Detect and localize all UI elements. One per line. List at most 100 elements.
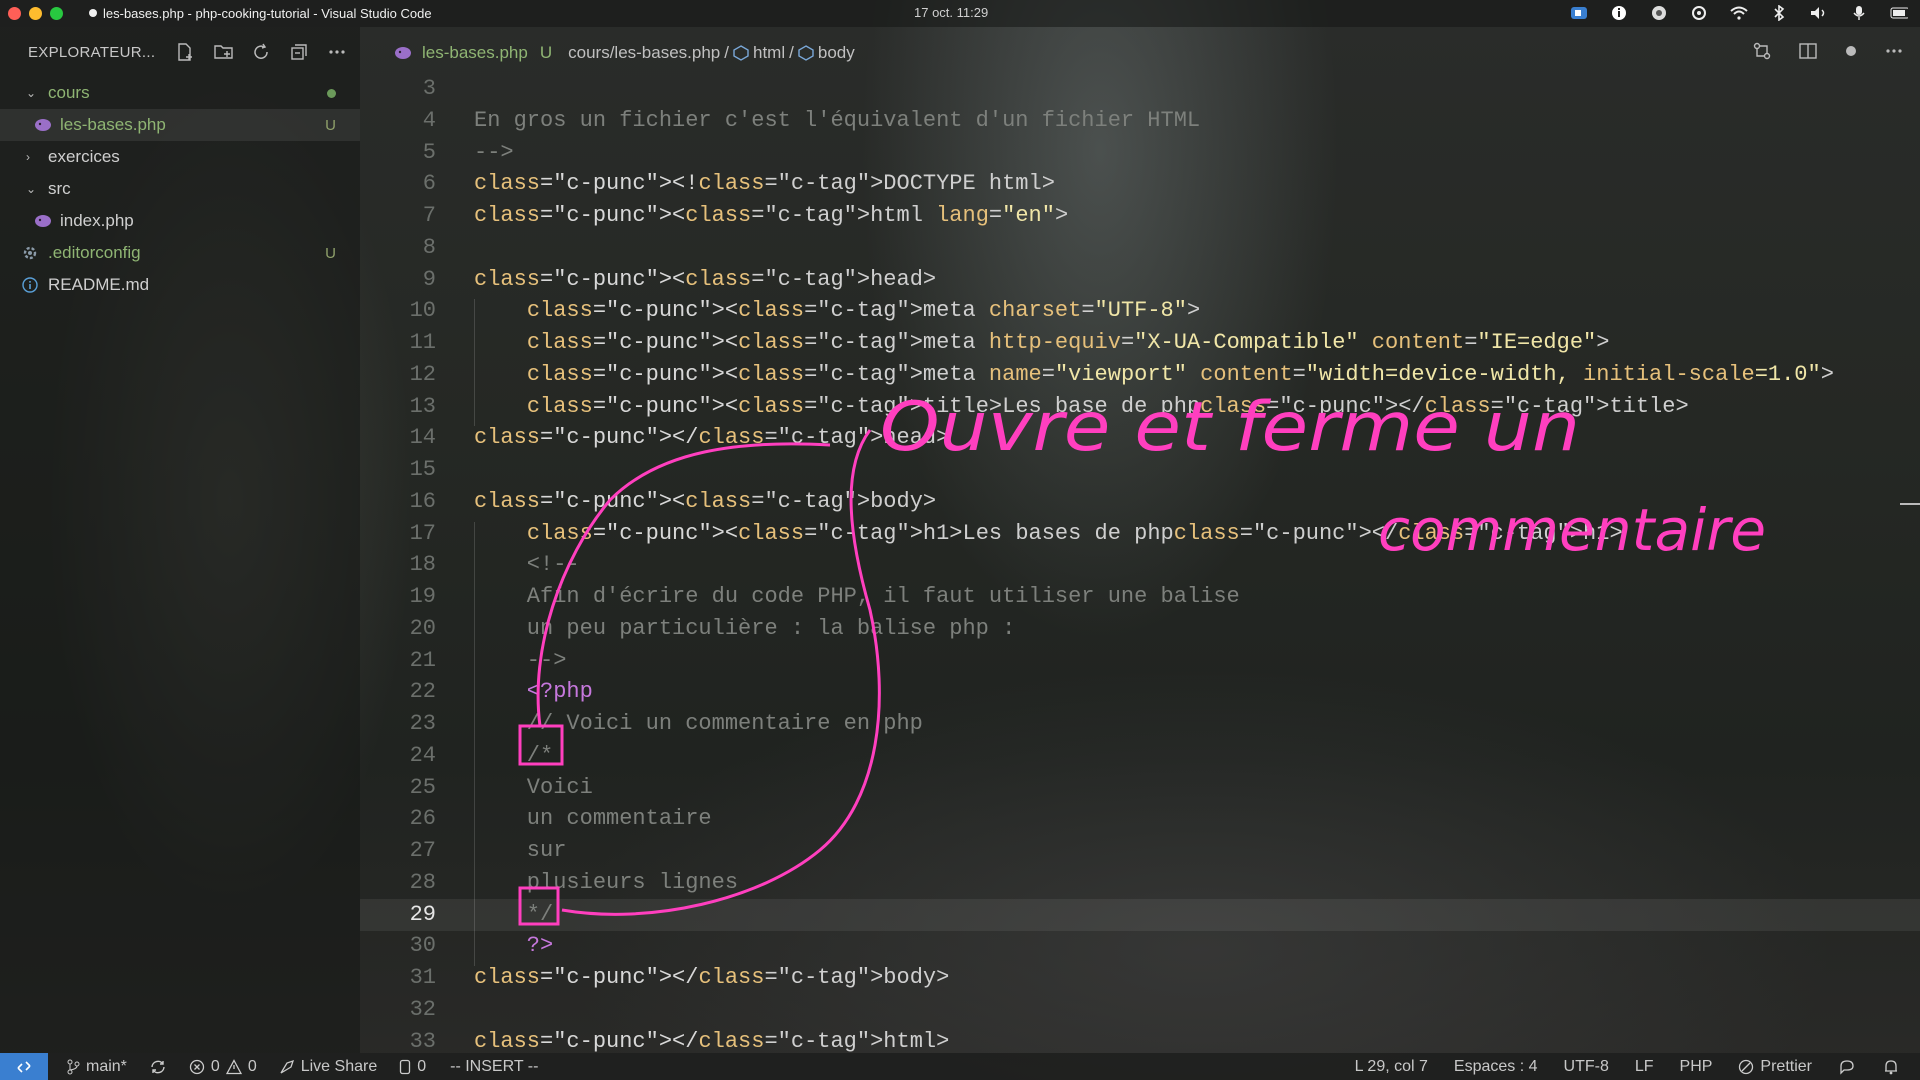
tree-file-les-bases[interactable]: les-bases.php U bbox=[0, 109, 360, 141]
code-text: class="c-punc"><class="c-tag">title>Les … bbox=[526, 393, 1689, 419]
code-line[interactable]: 25 Voici bbox=[360, 772, 1920, 804]
collapse-all-icon[interactable] bbox=[289, 42, 309, 62]
cube-icon bbox=[733, 45, 749, 61]
branch-item[interactable]: main* bbox=[66, 1058, 127, 1076]
more-actions-icon[interactable] bbox=[1884, 41, 1904, 61]
chevron-down-icon: ⌄ bbox=[26, 182, 37, 196]
code-line[interactable]: 9 class="c-punc"><class="c-tag">head> bbox=[360, 264, 1920, 296]
code-line[interactable]: 13 class="c-punc"><class="c-tag">title>L… bbox=[360, 391, 1920, 423]
code-line[interactable]: 32 bbox=[360, 994, 1920, 1026]
wifi-icon[interactable] bbox=[1730, 4, 1748, 22]
microphone-icon[interactable] bbox=[1850, 4, 1868, 22]
code-line[interactable]: 21 --> bbox=[360, 645, 1920, 677]
code-line[interactable]: 16 class="c-punc"><class="c-tag">body> bbox=[360, 486, 1920, 518]
tree-folder-cours[interactable]: ⌄ cours bbox=[0, 77, 360, 109]
code-text: Voici bbox=[474, 774, 593, 800]
language-mode[interactable]: PHP bbox=[1680, 1058, 1713, 1076]
code-text: class="c-punc"></class="c-tag">body> bbox=[474, 965, 950, 990]
line-number: 10 bbox=[409, 298, 436, 324]
cursor-position[interactable]: L 29, col 7 bbox=[1355, 1058, 1428, 1076]
code-line[interactable]: 28 plusieurs lignes bbox=[360, 867, 1920, 899]
code-line[interactable]: 8 bbox=[360, 232, 1920, 264]
code-line[interactable]: 12 class="c-punc"><class="c-tag">meta na… bbox=[360, 359, 1920, 391]
code-line[interactable]: 26 un commentaire bbox=[360, 803, 1920, 835]
end-of-line[interactable]: LF bbox=[1635, 1058, 1654, 1076]
tree-file-readme[interactable]: README.md bbox=[0, 269, 360, 301]
tab-filename[interactable]: les-bases.php bbox=[422, 43, 528, 63]
code-line[interactable]: 17 class="c-punc"><class="c-tag">h1>Les … bbox=[360, 518, 1920, 550]
code-text: --> bbox=[474, 139, 514, 165]
line-number: 15 bbox=[409, 457, 436, 482]
code-line[interactable]: 14 class="c-punc"></class="c-tag">head> bbox=[360, 422, 1920, 454]
feedback-icon[interactable] bbox=[1838, 1058, 1856, 1076]
zoom-app-icon[interactable] bbox=[1570, 4, 1588, 22]
code-line[interactable]: 31 class="c-punc"></class="c-tag">body> bbox=[360, 962, 1920, 994]
code-line[interactable]: 23 // Voici un commentaire en php bbox=[360, 708, 1920, 740]
line-number: 12 bbox=[409, 361, 436, 387]
live-share-icon bbox=[280, 1059, 294, 1074]
line-number: 17 bbox=[409, 520, 436, 546]
breadcrumb-path[interactable]: cours/les-bases.php bbox=[568, 43, 720, 63]
code-line[interactable]: 3 bbox=[360, 73, 1920, 105]
unsaved-dot-icon[interactable] bbox=[1844, 44, 1858, 58]
new-folder-icon[interactable] bbox=[213, 42, 233, 62]
tree-file-index[interactable]: index.php bbox=[0, 205, 360, 237]
code-line[interactable]: 5 --> bbox=[360, 137, 1920, 169]
remote-indicator-button[interactable] bbox=[0, 1053, 48, 1080]
problems-item[interactable]: 0 0 bbox=[189, 1058, 257, 1076]
window-title: les-bases.php - php-cooking-tutorial - V… bbox=[89, 6, 432, 21]
chrome-icon[interactable] bbox=[1650, 4, 1668, 22]
code-editor[interactable]: 3 4 En gros un fichier c'est l'équivalent … bbox=[360, 76, 1920, 1054]
code-line[interactable]: 22 <?php bbox=[360, 676, 1920, 708]
code-line[interactable]: 27 sur bbox=[360, 835, 1920, 867]
chevron-down-icon: ⌄ bbox=[26, 86, 37, 100]
sync-button[interactable] bbox=[149, 1059, 167, 1075]
explorer-sidebar: EXPLORATEUR... ⌄ cours les-bases.php U ›… bbox=[0, 27, 360, 1053]
code-line[interactable]: 30 ?> bbox=[360, 930, 1920, 962]
code-line[interactable]: 24 /* bbox=[360, 740, 1920, 772]
notifications-bell-icon[interactable] bbox=[1882, 1058, 1900, 1076]
live-share-button[interactable]: Live Share bbox=[279, 1058, 377, 1076]
code-line[interactable]: 15 bbox=[360, 454, 1920, 486]
line-number: 9 bbox=[422, 266, 436, 292]
refresh-icon[interactable] bbox=[251, 42, 271, 62]
code-line[interactable]: 18 <!-- bbox=[360, 549, 1920, 581]
tree-folder-src[interactable]: ⌄ src bbox=[0, 173, 360, 205]
more-actions-icon[interactable] bbox=[327, 42, 347, 62]
indentation[interactable]: Espaces : 4 bbox=[1454, 1058, 1538, 1076]
git-branch-icon bbox=[67, 1059, 80, 1074]
bluetooth-icon[interactable] bbox=[1770, 4, 1788, 22]
code-line[interactable]: 6 class="c-punc"><!class="c-tag">DOCTYPE … bbox=[360, 168, 1920, 200]
code-line[interactable]: 11 class="c-punc"><class="c-tag">meta ht… bbox=[360, 327, 1920, 359]
split-editor-icon[interactable] bbox=[1798, 41, 1818, 61]
volume-icon[interactable] bbox=[1810, 4, 1828, 22]
code-line[interactable]: 10 class="c-punc"><class="c-tag">meta ch… bbox=[360, 295, 1920, 327]
compare-changes-icon[interactable] bbox=[1752, 41, 1772, 61]
line-number: 21 bbox=[409, 647, 436, 673]
encoding[interactable]: UTF-8 bbox=[1564, 1058, 1609, 1076]
code-line[interactable]: 19 Afin d'écrire du code PHP, il faut ut… bbox=[360, 581, 1920, 613]
minimize-window-button[interactable] bbox=[29, 7, 42, 20]
zoom-window-button[interactable] bbox=[50, 7, 63, 20]
ports-item[interactable]: 0 bbox=[399, 1058, 426, 1076]
code-line[interactable]: 29 */ bbox=[360, 898, 1920, 931]
code-line[interactable]: 7 class="c-punc"><class="c-tag">html lang… bbox=[360, 200, 1920, 232]
window-titlebar: les-bases.php - php-cooking-tutorial - V… bbox=[0, 0, 1920, 27]
battery-icon[interactable] bbox=[1890, 4, 1908, 22]
tree-folder-exercices[interactable]: › exercices bbox=[0, 141, 360, 173]
new-file-icon[interactable] bbox=[175, 42, 195, 62]
breadcrumb-html[interactable]: html bbox=[753, 43, 785, 63]
code-line[interactable]: 20 un peu particulière : la balise php : bbox=[360, 613, 1920, 645]
code-line[interactable]: 4 En gros un fichier c'est l'équivalent d… bbox=[360, 105, 1920, 137]
prettier-button[interactable]: Prettier bbox=[1738, 1058, 1812, 1076]
settings-gear-icon[interactable] bbox=[1690, 4, 1708, 22]
info-icon[interactable] bbox=[1610, 4, 1628, 22]
line-number: 14 bbox=[409, 425, 436, 451]
code-text: class="c-punc"><class="c-tag">meta http-… bbox=[526, 330, 1610, 355]
tree-file-editorconfig[interactable]: .editorconfig U bbox=[0, 237, 360, 269]
code-text: class="c-punc"></class="c-tag">head> bbox=[474, 425, 950, 451]
line-number: 26 bbox=[409, 806, 436, 832]
close-window-button[interactable] bbox=[8, 7, 21, 20]
breadcrumb-body[interactable]: body bbox=[818, 43, 855, 63]
code-text: /* bbox=[474, 742, 554, 768]
